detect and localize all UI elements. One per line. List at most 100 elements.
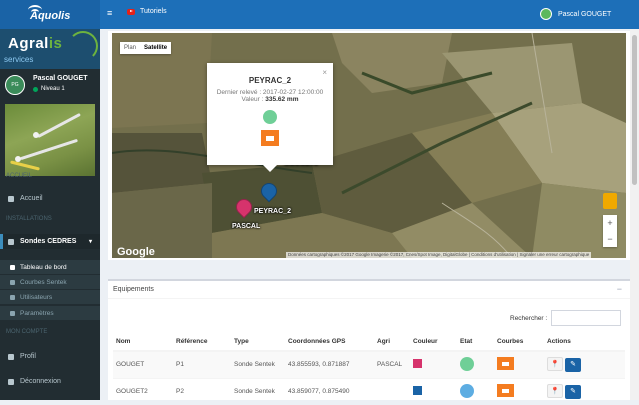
search-label: Rechercher : [510, 314, 548, 322]
user-level: Niveau 1 [33, 86, 65, 92]
brand-line1-b: is [48, 35, 63, 52]
col-nom[interactable]: Nom [113, 332, 173, 352]
map-type-satellite[interactable]: Satellite [140, 42, 171, 54]
user-panel-name: Pascal GOUGET [33, 75, 88, 82]
brand-logo: Agralis services [0, 29, 100, 69]
cell-nom: GOUGET [113, 350, 173, 378]
search-input[interactable] [551, 310, 622, 326]
cell-gps: 43.855593, 0.871887 [285, 350, 374, 378]
brand-line1-a: Agral [8, 35, 49, 52]
cell-ref: P2 [173, 377, 231, 405]
cell-courbes [494, 377, 544, 405]
sensor-probe [37, 112, 81, 139]
factory-icon[interactable] [497, 357, 514, 371]
collapse-button[interactable]: − [617, 284, 622, 294]
sidebar-item-accueil[interactable]: Accueil [0, 191, 100, 206]
locate-button[interactable]: 📍 [547, 384, 563, 399]
menu-toggle-icon[interactable]: ≡ [107, 9, 115, 18]
sidebar: Agralis services PG Pascal GOUGET Niveau… [0, 29, 100, 400]
locate-button[interactable]: 📍 [547, 357, 563, 372]
subitem-label: Paramètres [20, 309, 54, 317]
user-panel: PG Pascal GOUGET Niveau 1 [0, 69, 100, 103]
equipements-box: Equipements − Rechercher : Nom Référence… [108, 279, 630, 405]
marker-label-pascal: PASCAL [232, 223, 261, 230]
map-type-toggle: Plan Satellite [120, 42, 172, 54]
equipements-table: Nom Référence Type Coordonnées GPS Agri … [113, 332, 625, 405]
sidebar-item-deconnexion[interactable]: Déconnexion [0, 374, 100, 389]
cell-couleur [410, 350, 457, 378]
zoom-out-button[interactable]: − [603, 231, 617, 247]
factory-icon[interactable] [261, 130, 279, 146]
col-agri[interactable]: Agri [374, 332, 410, 352]
col-type[interactable]: Type [231, 332, 285, 352]
cell-actions: 📍 ✎ [544, 350, 625, 378]
chevron-down-icon: ▾ [88, 239, 92, 245]
edit-button[interactable]: ✎ [565, 358, 581, 373]
map[interactable]: Plan Satellite PASCAL PEYRAC_2 GOUGET2 ×… [112, 33, 626, 258]
google-logo: Google [117, 246, 155, 258]
user-menu[interactable]: Pascal GOUGET [540, 8, 611, 20]
main-content: Plan Satellite PASCAL PEYRAC_2 GOUGET2 ×… [100, 29, 639, 405]
sensor-cap [33, 132, 39, 138]
page-scrollbar[interactable] [630, 29, 639, 400]
sidebar-subitem-parametres[interactable]: Paramètres [0, 306, 100, 320]
sidebar-item-label: Sondes CEDRES [20, 238, 77, 245]
zoom-control: + − [603, 215, 617, 247]
leaf-icon [68, 31, 98, 61]
subitem-label: Utilisateurs [20, 293, 53, 301]
sensor-icon [8, 238, 14, 245]
top-navbar: Aquolis ≡ Tutoriels Pascal GOUGET [0, 0, 639, 29]
map-attribution[interactable]: Données cartographiques ©2017 Google Ima… [286, 252, 592, 258]
marker-label-peyrac2: PEYRAC_2 [254, 208, 291, 215]
app-name: Aquolis [30, 10, 71, 22]
cell-type: Sonde Sentek [231, 350, 285, 378]
map-type-plan[interactable]: Plan [120, 42, 140, 54]
cell-courbes [494, 350, 544, 378]
subitem-label: Tableau de bord [20, 263, 67, 271]
tutorials-link[interactable]: Tutoriels [127, 8, 167, 15]
col-actions[interactable]: Actions [544, 332, 625, 352]
col-courbes[interactable]: Courbes [494, 332, 544, 352]
gear-icon [10, 310, 15, 316]
sensor-probe [20, 138, 78, 161]
sidebar-subitem-courbes[interactable]: Courbes Sentek [0, 275, 100, 289]
popup-title: PEYRAC_2 [248, 76, 292, 85]
cell-agri: PASCAL [374, 350, 410, 378]
scrollbar-thumb[interactable] [632, 35, 637, 185]
sidebar-subitem-tableau[interactable]: Tableau de bord [0, 260, 100, 274]
table-row: GOUGET P1 Sonde Sentek 43.855593, 0.8718… [113, 350, 625, 378]
cell-nom: GOUGET2 [113, 377, 173, 405]
col-couleur[interactable]: Couleur [410, 332, 457, 352]
edit-button[interactable]: ✎ [565, 385, 581, 400]
dashboard-icon [10, 264, 15, 270]
col-etat[interactable]: Etat [457, 332, 494, 352]
cell-couleur [410, 377, 457, 405]
sidebar-item-sondes[interactable]: Sondes CEDRES ▾ [0, 234, 100, 249]
chart-icon [10, 279, 15, 285]
subitem-label: Courbes Sentek [20, 278, 67, 286]
sidebar-item-label: Déconnexion [20, 378, 61, 385]
map-box: Plan Satellite PASCAL PEYRAC_2 GOUGET2 ×… [108, 31, 630, 260]
sidebar-item-profil[interactable]: Profil [0, 349, 100, 364]
section-compte: MON COMPTE [6, 329, 48, 335]
factory-icon[interactable] [497, 384, 514, 398]
sidebar-subitem-utilisateurs[interactable]: Utilisateurs [0, 290, 100, 304]
sensor-cable [10, 160, 40, 171]
logout-icon [8, 378, 14, 385]
street-view-icon[interactable] [603, 193, 617, 209]
color-swatch [413, 359, 422, 369]
brand-line2: services [4, 55, 34, 64]
avatar [540, 8, 552, 20]
popup-value: Valeur : 335.62 mm [207, 96, 333, 103]
section-accueil: ACCUEIL [6, 173, 33, 179]
popup-value-number: 335.62 mm [265, 96, 299, 103]
zoom-in-button[interactable]: + [603, 215, 617, 231]
cell-etat [457, 350, 494, 378]
cell-agri [374, 377, 410, 405]
col-gps[interactable]: Coordonnées GPS [285, 332, 374, 352]
popup-last-reading: Dernier relevé : 2017-02-27 12:00:00 [216, 89, 324, 96]
col-reference[interactable]: Référence [173, 332, 231, 352]
app-logo[interactable]: Aquolis [0, 0, 100, 29]
color-swatch [413, 386, 422, 396]
close-icon[interactable]: × [322, 68, 327, 77]
